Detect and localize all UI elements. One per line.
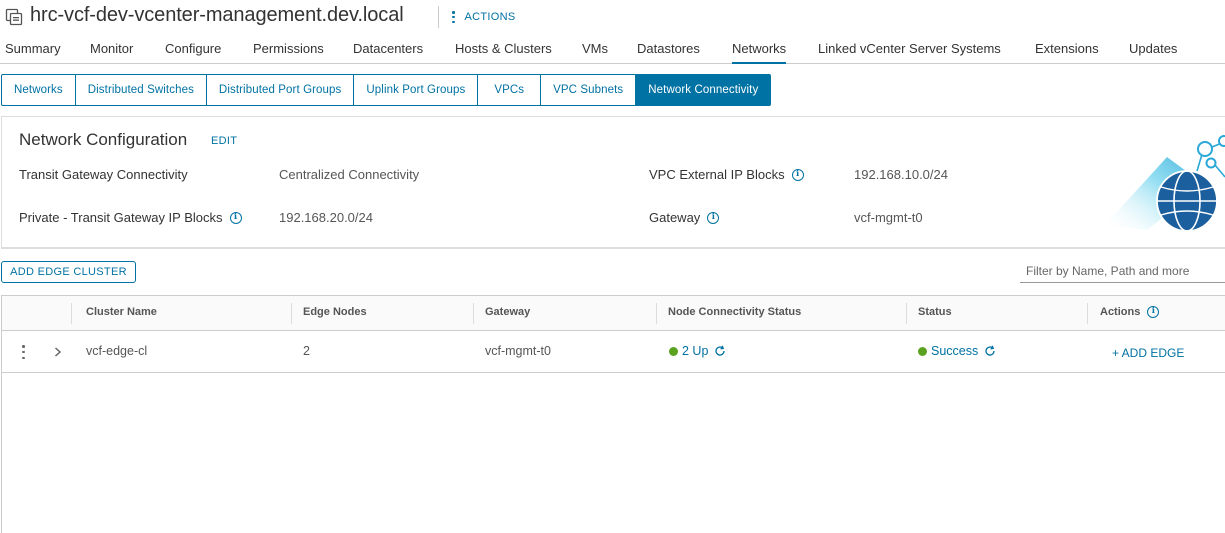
chevron-right-icon[interactable] [52, 345, 64, 359]
cell-edge-nodes: 2 [303, 344, 310, 358]
column-divider[interactable] [906, 303, 907, 324]
transit-gateway-label: Transit Gateway Connectivity [19, 167, 188, 182]
header-divider [438, 6, 439, 28]
sub-tab-bar: Networks Distributed Switches Distribute… [1, 74, 772, 106]
subtab-networks[interactable]: Networks [1, 74, 76, 106]
subtab-uplink-port-groups[interactable]: Uplink Port Groups [353, 74, 479, 106]
tab-datacenters[interactable]: Datacenters [353, 41, 423, 56]
gateway-value: vcf-mgmt-t0 [854, 210, 923, 225]
tab-permissions[interactable]: Permissions [253, 41, 324, 56]
column-header-actions-label: Actions [1100, 306, 1141, 318]
network-globe-illustration [1105, 135, 1225, 232]
edge-cluster-grid: Cluster Name Edge Nodes Gateway Node Con… [1, 295, 1225, 533]
tab-updates[interactable]: Updates [1129, 41, 1177, 56]
add-edge-cluster-button[interactable]: ADD EDGE CLUSTER [1, 261, 136, 283]
subtab-vpcs[interactable]: VPCs [477, 74, 542, 106]
column-divider[interactable] [1087, 303, 1088, 324]
info-icon[interactable]: i [229, 211, 242, 224]
grid-header: Cluster Name Edge Nodes Gateway Node Con… [2, 296, 1225, 331]
column-divider[interactable] [656, 303, 657, 324]
column-header-edge-nodes[interactable]: Edge Nodes [303, 306, 367, 318]
gateway-label-text: Gateway [649, 210, 701, 225]
tab-networks[interactable]: Networks [732, 41, 787, 64]
cell-node-connectivity: 2 Up [669, 344, 726, 358]
page-header: hrc-vcf-dev-vcenter-management.dev.local… [0, 0, 1225, 34]
info-icon[interactable]: i [1147, 306, 1160, 318]
column-divider[interactable] [291, 303, 292, 324]
column-header-actions: Actions i [1100, 306, 1160, 318]
tab-datastores[interactable]: Datastores [637, 41, 700, 56]
filter-input[interactable] [1020, 260, 1225, 283]
column-divider[interactable] [71, 303, 72, 324]
subtab-network-connectivity[interactable]: Network Connectivity [635, 74, 772, 106]
tab-monitor[interactable]: Monitor [90, 41, 133, 56]
add-edge-button[interactable]: + ADD EDGE [1112, 346, 1184, 360]
column-header-node-connectivity[interactable]: Node Connectivity Status [668, 306, 801, 318]
vpc-external-ip-value: 192.168.10.0/24 [854, 167, 948, 182]
actions-label: ACTIONS [464, 11, 516, 23]
status-link[interactable]: Success [931, 344, 978, 358]
vcenter-icon [5, 8, 23, 26]
tab-configure[interactable]: Configure [165, 41, 221, 56]
cell-cluster-name: vcf-edge-cl [86, 344, 148, 358]
status-up-icon [669, 346, 678, 356]
status-success-icon [918, 346, 927, 356]
private-ip-blocks-label-text: Private - Transit Gateway IP Blocks [19, 210, 223, 225]
subtab-distributed-switches[interactable]: Distributed Switches [74, 74, 207, 106]
node-connectivity-link[interactable]: 2 Up [682, 344, 708, 358]
info-icon[interactable]: i [707, 211, 720, 224]
tab-extensions[interactable]: Extensions [1035, 41, 1099, 56]
info-icon[interactable]: i [791, 168, 804, 181]
cell-status: Success [918, 344, 996, 358]
transit-gateway-value: Centralized Connectivity [279, 167, 420, 182]
main-tab-bar: Summary Monitor Configure Permissions Da… [0, 34, 1225, 64]
vpc-external-ip-label-text: VPC External IP Blocks [649, 167, 785, 182]
private-ip-blocks-value: 192.168.20.0/24 [279, 210, 373, 225]
tab-linked-vcenter[interactable]: Linked vCenter Server Systems [818, 41, 1001, 56]
vpc-external-ip-label: VPC External IP Blocks i [649, 167, 804, 182]
transit-gateway-label-text: Transit Gateway Connectivity [19, 167, 188, 182]
cell-gateway: vcf-mgmt-t0 [485, 344, 551, 358]
row-actions-kebab-icon[interactable] [22, 345, 25, 359]
gateway-label: Gateway i [649, 210, 720, 225]
page-title: hrc-vcf-dev-vcenter-management.dev.local [30, 4, 404, 26]
tab-hosts-clusters[interactable]: Hosts & Clusters [455, 41, 552, 56]
tab-summary[interactable]: Summary [5, 41, 61, 56]
config-title: Network Configuration [19, 130, 188, 149]
private-ip-blocks-label: Private - Transit Gateway IP Blocks i [19, 210, 242, 225]
table-row[interactable]: vcf-edge-cl 2 vcf-mgmt-t0 2 Up Success +… [2, 331, 1225, 373]
subtab-distributed-port-groups[interactable]: Distributed Port Groups [205, 74, 355, 106]
edit-button[interactable]: EDIT [211, 135, 237, 147]
network-configuration-panel: Network Configuration EDIT Transit Gatew… [1, 116, 1225, 249]
subtab-vpc-subnets[interactable]: VPC Subnets [540, 74, 637, 106]
refresh-icon[interactable] [984, 345, 996, 357]
column-header-gateway[interactable]: Gateway [485, 306, 530, 318]
column-header-status[interactable]: Status [918, 306, 952, 318]
tab-vms[interactable]: VMs [582, 41, 608, 56]
column-header-cluster-name[interactable]: Cluster Name [86, 306, 157, 318]
column-divider[interactable] [473, 303, 474, 324]
refresh-icon[interactable] [714, 345, 726, 357]
actions-menu-button[interactable]: ACTIONS [452, 8, 516, 26]
kebab-icon [452, 11, 455, 23]
